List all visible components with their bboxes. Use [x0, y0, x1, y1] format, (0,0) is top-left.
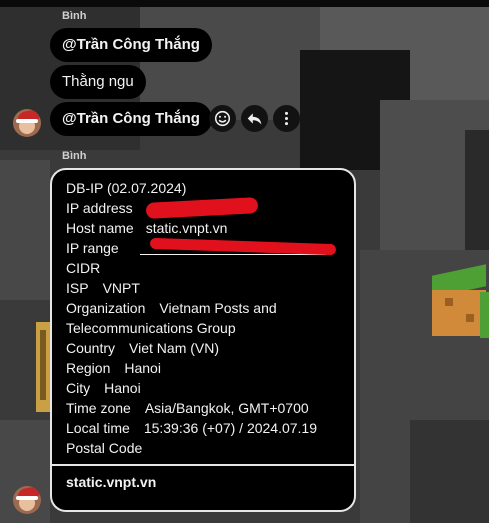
ip-range-row: IP range	[66, 237, 346, 258]
local-time-row: Local time 15:39:36 (+07) / 2024.07.19	[66, 418, 346, 438]
more-button[interactable]	[273, 105, 300, 132]
city-value: Hanoi	[104, 380, 141, 396]
region-value: Hanoi	[124, 360, 161, 376]
host-name-label: Host name	[66, 220, 134, 236]
card-divider	[52, 464, 354, 466]
local-time-value: 15:39:36 (+07) / 2024.07.19	[143, 420, 318, 436]
host-name-row: Host name static.vnpt.vn	[66, 218, 346, 238]
redaction-mark	[145, 197, 259, 219]
redaction-mark	[149, 237, 337, 256]
reply-icon	[247, 113, 262, 125]
country-row: Country Viet Nam (VN)	[66, 338, 346, 358]
avatar[interactable]	[13, 109, 41, 137]
time-zone-value: Asia/Bangkok, GMT+0700	[144, 400, 309, 416]
ip-address-label: IP address	[66, 200, 133, 216]
cidr-label: CIDR	[66, 260, 101, 276]
more-vertical-icon	[284, 111, 289, 126]
country-label: Country	[66, 340, 116, 356]
sender-name: Bình	[62, 10, 87, 22]
postal-code-label: Postal Code	[66, 440, 143, 456]
redaction-underline	[140, 254, 326, 255]
reply-button[interactable]	[241, 105, 268, 132]
time-zone-row: Time zone Asia/Bangkok, GMT+0700	[66, 398, 346, 418]
avatar[interactable]	[13, 486, 41, 514]
ip-range-label: IP range	[66, 240, 119, 256]
smile-icon	[214, 110, 231, 127]
top-bar	[0, 0, 489, 7]
city-row: City Hanoi	[66, 378, 346, 398]
message-bubble[interactable]: Thằng ngu	[50, 65, 146, 99]
isp-label: ISP	[66, 280, 89, 296]
message-bubble-mention[interactable]: @Trần Công Thắng	[50, 28, 212, 62]
sender-name: Bình	[62, 150, 87, 162]
region-label: Region	[66, 360, 111, 376]
time-zone-label: Time zone	[66, 400, 131, 416]
host-name-value: static.vnpt.vn	[145, 220, 228, 236]
ip-info-card[interactable]: DB-IP (02.07.2024) IP address Host name s…	[50, 168, 356, 512]
organization-value: Vietnam Posts and	[159, 300, 277, 316]
message-bubble-mention[interactable]: @Trần Công Thắng	[50, 102, 212, 136]
cidr-row: CIDR	[66, 258, 346, 278]
organization-label: Organization	[66, 300, 146, 316]
card-footer-link[interactable]: static.vnpt.vn	[66, 474, 156, 490]
isp-value: VNPT	[102, 280, 140, 296]
postal-code-row: Postal Code	[66, 438, 346, 458]
region-row: Region Hanoi	[66, 358, 346, 378]
card-title: DB-IP (02.07.2024)	[66, 180, 187, 196]
organization-value-cont: Telecommunications Group	[66, 320, 236, 336]
react-button[interactable]	[209, 105, 236, 132]
organization-row: Organization Vietnam Posts and	[66, 298, 346, 318]
country-value: Viet Nam (VN)	[129, 340, 220, 356]
local-time-label: Local time	[66, 420, 130, 436]
ip-address-row: IP address	[66, 197, 346, 219]
isp-row: ISP VNPT	[66, 278, 346, 298]
city-label: City	[66, 380, 91, 396]
